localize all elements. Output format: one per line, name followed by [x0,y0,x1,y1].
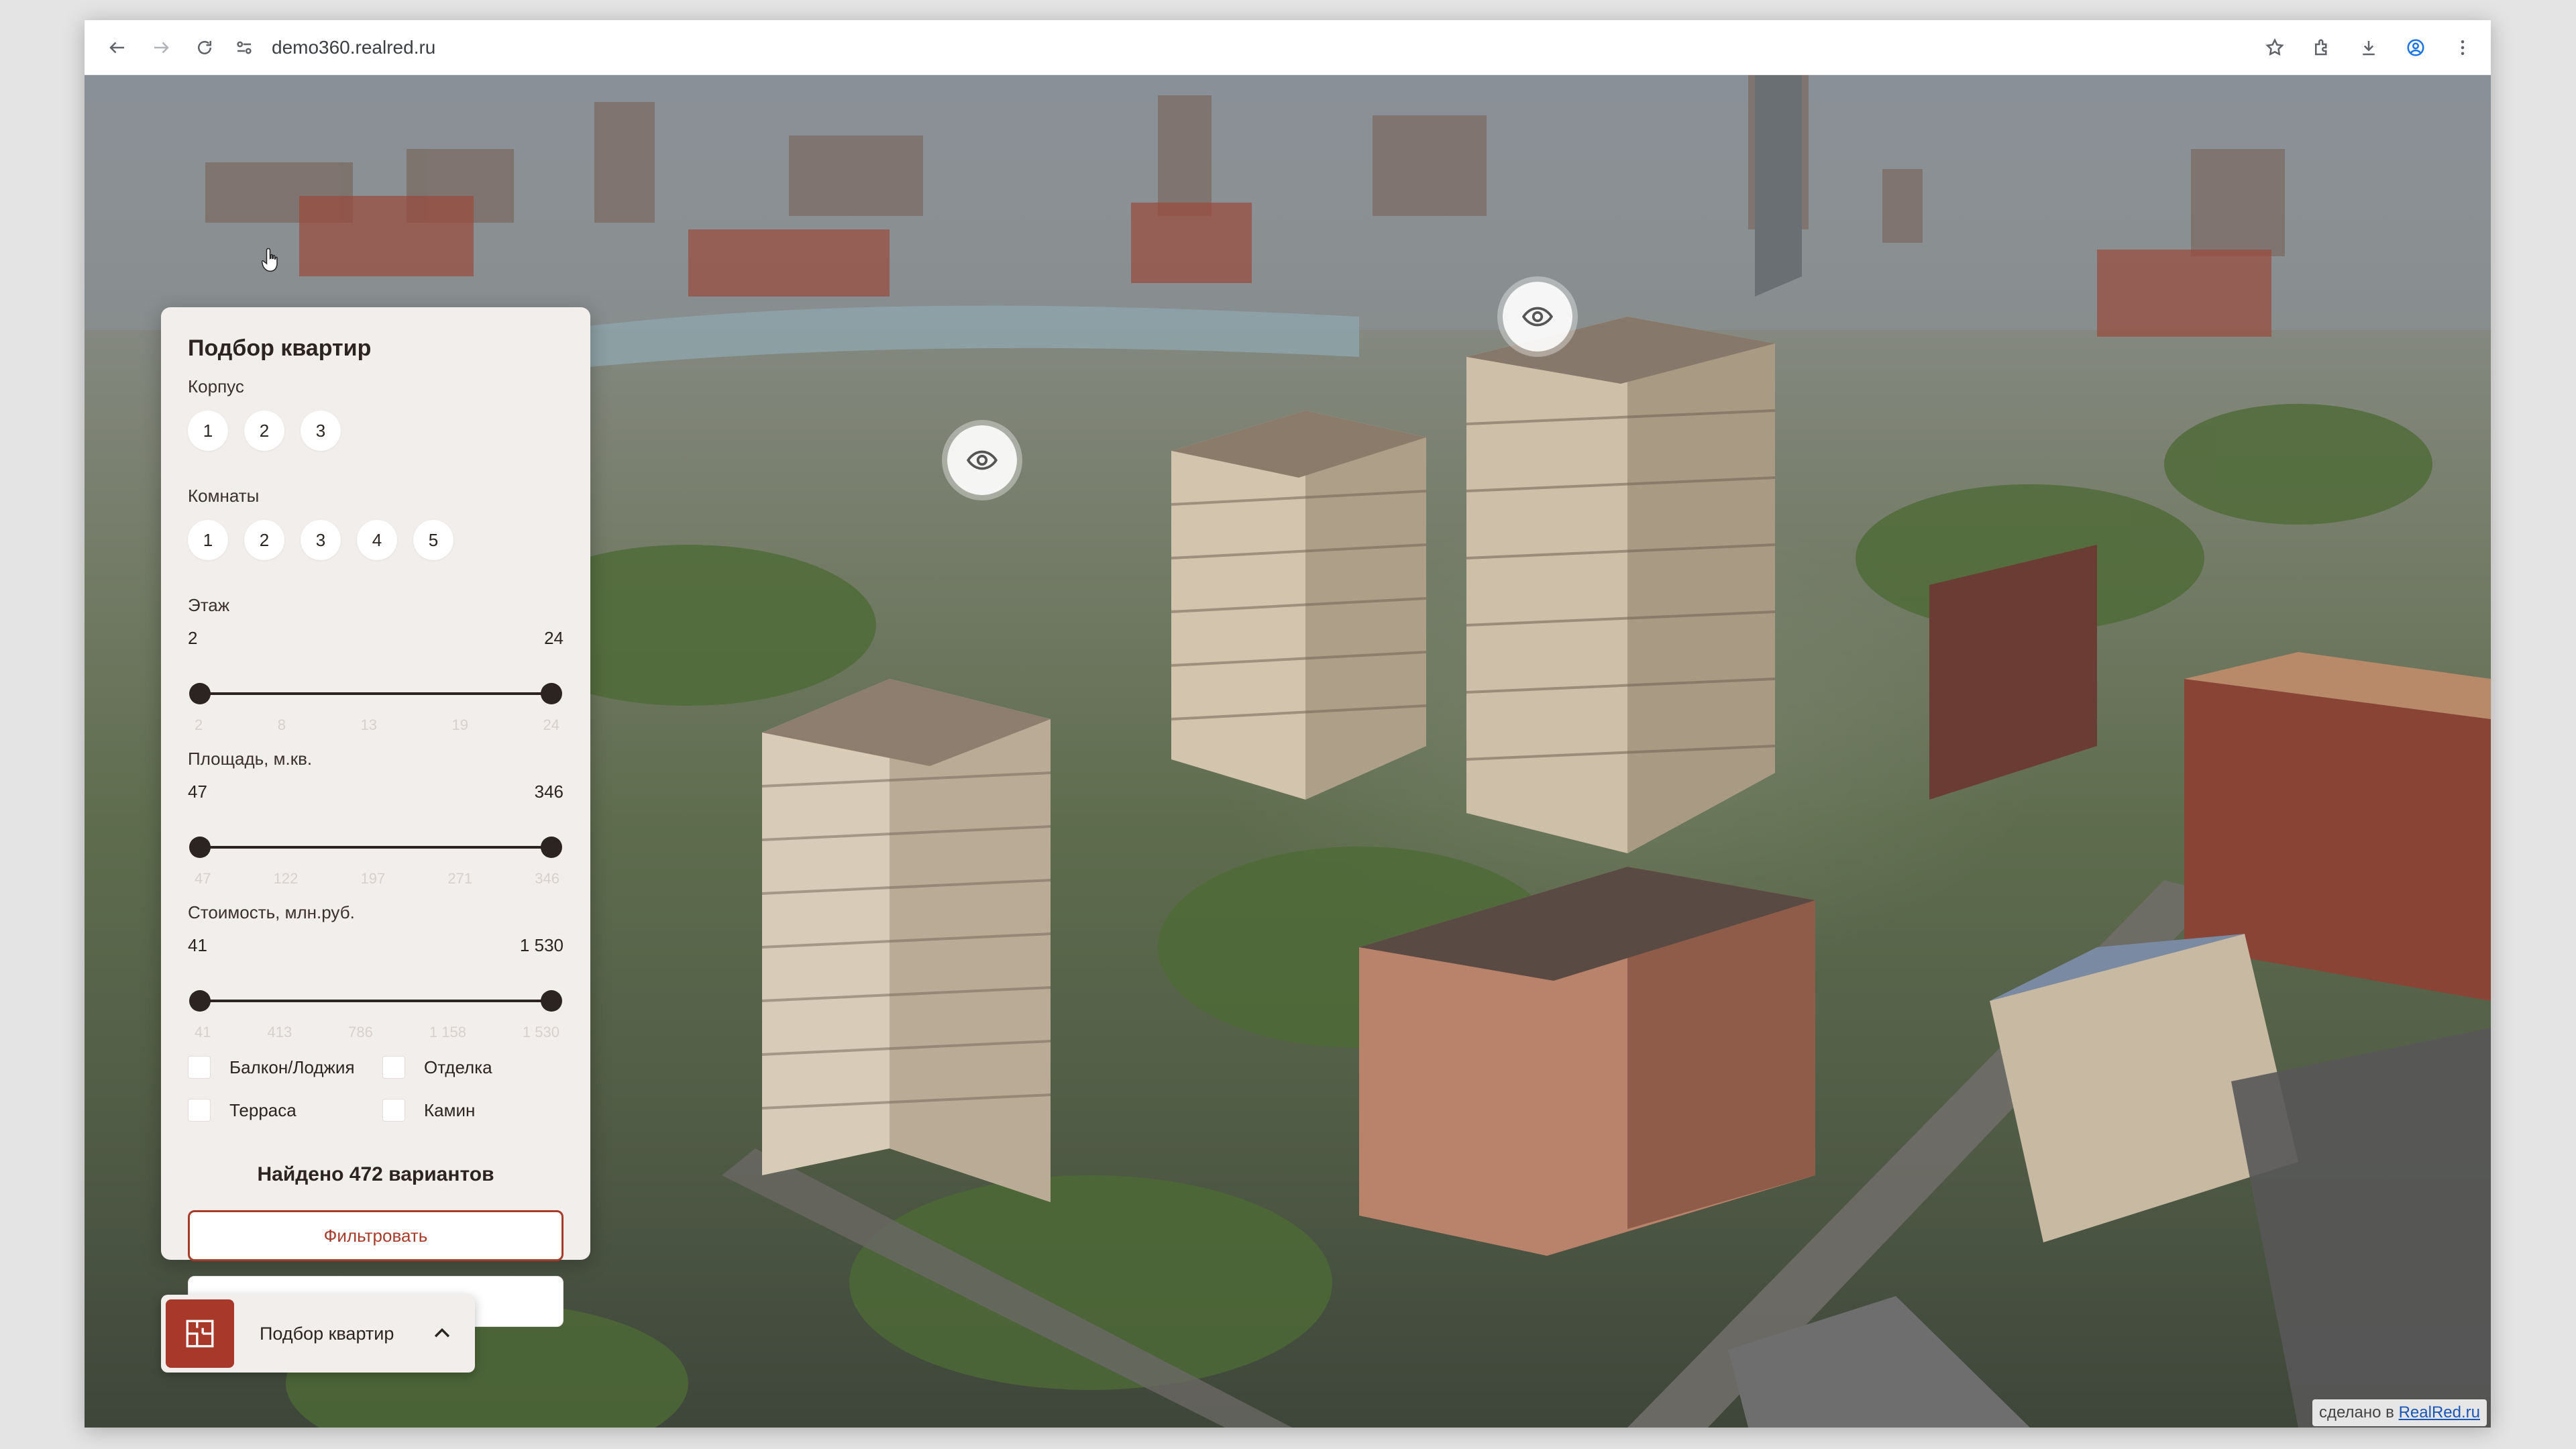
finishing-checkbox[interactable]: Отделка [382,1056,557,1079]
area-tick: 197 [360,870,386,887]
panel-title: Подбор квартир [188,335,372,361]
bookmark-star-icon[interactable] [2256,29,2294,66]
price-slider-track[interactable] [200,1000,551,1002]
area-tick: 122 [273,870,299,887]
download-icon[interactable] [2350,29,2387,66]
options-checkboxes: Балкон/Лоджия Отделка Терраса Камин [188,1056,564,1122]
area-max-value: 346 [534,782,564,802]
floor-min-value: 2 [188,628,198,648]
results-count: Найдено 472 вариантов [257,1163,494,1185]
site-settings-icon[interactable] [234,38,254,58]
price-max-handle[interactable] [541,990,562,1012]
made-by-credit: сделано в RealRed.ru [2312,1399,2487,1426]
viewpoint-marker-2[interactable] [1503,282,1572,352]
building-chip-2[interactable]: 2 [244,411,284,451]
floor-label: Этаж [188,595,230,615]
profile-icon[interactable] [2397,29,2434,66]
building-chips: 1 2 3 [188,411,564,451]
back-button[interactable] [99,29,135,66]
price-tick: 786 [348,1024,373,1040]
area-tick: 346 [535,870,559,887]
city-3d-viewport[interactable]: Подбор квартир Корпус 1 2 3 Комнаты 1 2 … [85,75,2491,1428]
arrow-right-icon [154,42,169,53]
price-min-value: 41 [188,935,207,955]
price-tick: 413 [267,1024,292,1040]
area-label: Площадь, м.кв. [188,749,313,769]
forward-button[interactable] [143,29,178,66]
building-label: Корпус [188,376,244,396]
reload-icon [197,40,211,54]
floor-max-handle[interactable] [541,683,562,704]
terrace-checkbox[interactable]: Терраса [188,1099,382,1122]
balcony-label: Балкон/Лоджия [229,1057,355,1077]
floor-max-value: 24 [544,628,564,648]
area-tick: 47 [195,870,211,887]
floor-ticks: 2 8 13 19 24 [195,716,559,734]
eye-icon [966,450,998,470]
price-ticks: 41 413 786 1 158 1 530 [195,1024,559,1041]
url-text: demo360.realred.ru [272,36,436,58]
price-min-handle[interactable] [189,990,211,1012]
area-max-handle[interactable] [541,837,562,858]
price-tick: 41 [195,1024,211,1040]
floor-range-slider: 2 24 2 8 13 19 24 [188,628,564,733]
hand-cursor-icon [262,248,278,272]
rooms-chip-5[interactable]: 5 [413,520,453,560]
floor-tick: 8 [277,716,286,733]
address-bar[interactable]: demo360.realred.ru [234,28,2247,68]
rooms-chips: 1 2 3 4 5 [188,520,564,560]
rooms-chip-3[interactable]: 3 [301,520,341,560]
area-min-value: 47 [188,782,207,802]
checkbox-box[interactable] [188,1099,211,1122]
extensions-icon[interactable] [2303,29,2341,66]
apartment-picker-label: Подбор квартир [260,1323,394,1344]
rooms-chip-1[interactable]: 1 [188,520,228,560]
balcony-checkbox[interactable]: Балкон/Лоджия [188,1056,382,1079]
floor-tick: 2 [195,716,203,733]
area-range-slider: 47 346 47 122 197 271 346 [188,782,564,887]
viewpoint-marker-1[interactable] [947,425,1017,495]
checkbox-box[interactable] [382,1099,405,1122]
filter-button[interactable]: Фильтровать [188,1210,564,1261]
floor-tick: 19 [451,716,468,733]
price-tick: 1 530 [522,1024,559,1040]
finishing-label: Отделка [424,1057,492,1077]
area-ticks: 47 122 197 271 346 [195,870,559,888]
area-tick: 271 [447,870,473,887]
building-chip-1[interactable]: 1 [188,411,228,451]
realred-link[interactable]: RealRed.ru [2399,1403,2480,1421]
checkbox-box[interactable] [188,1056,211,1079]
reload-button[interactable] [186,29,222,66]
browser-window: demo360.realred.ru Подбор квартир Корпус… [85,20,2491,1428]
chevron-up-icon [434,1328,450,1338]
floorplan-icon [166,1299,234,1368]
area-min-handle[interactable] [189,837,211,858]
rooms-chip-2[interactable]: 2 [244,520,284,560]
menu-kebab-icon[interactable] [2444,29,2481,66]
rooms-label: Комнаты [188,486,260,506]
floor-tick: 24 [543,716,559,733]
toolbar-right-icons [2247,29,2481,66]
price-tick: 1 158 [429,1024,466,1040]
apartment-picker-toggle[interactable]: Подбор квартир [161,1295,475,1373]
fireplace-label: Камин [424,1099,476,1120]
floor-min-handle[interactable] [189,683,211,704]
price-max-value: 1 530 [519,935,564,955]
floor-tick: 13 [360,716,377,733]
building-chip-3[interactable]: 3 [301,411,341,451]
floor-slider-track[interactable] [200,692,551,695]
credit-prefix: сделано в [2318,1403,2394,1421]
price-label: Стоимость, млн.руб. [188,902,355,922]
terrace-label: Терраса [229,1099,297,1120]
area-slider-track[interactable] [200,846,551,849]
eye-icon [1521,307,1554,327]
checkbox-box[interactable] [382,1056,405,1079]
fireplace-checkbox[interactable]: Камин [382,1099,557,1122]
rooms-chip-4[interactable]: 4 [357,520,397,560]
browser-toolbar: demo360.realred.ru [85,20,2491,75]
apartment-filter-panel: Подбор квартир Корпус 1 2 3 Комнаты 1 2 … [161,307,590,1327]
price-range-slider: 41 1 530 41 413 786 1 158 1 530 [188,935,564,1040]
arrow-left-icon [109,42,124,53]
